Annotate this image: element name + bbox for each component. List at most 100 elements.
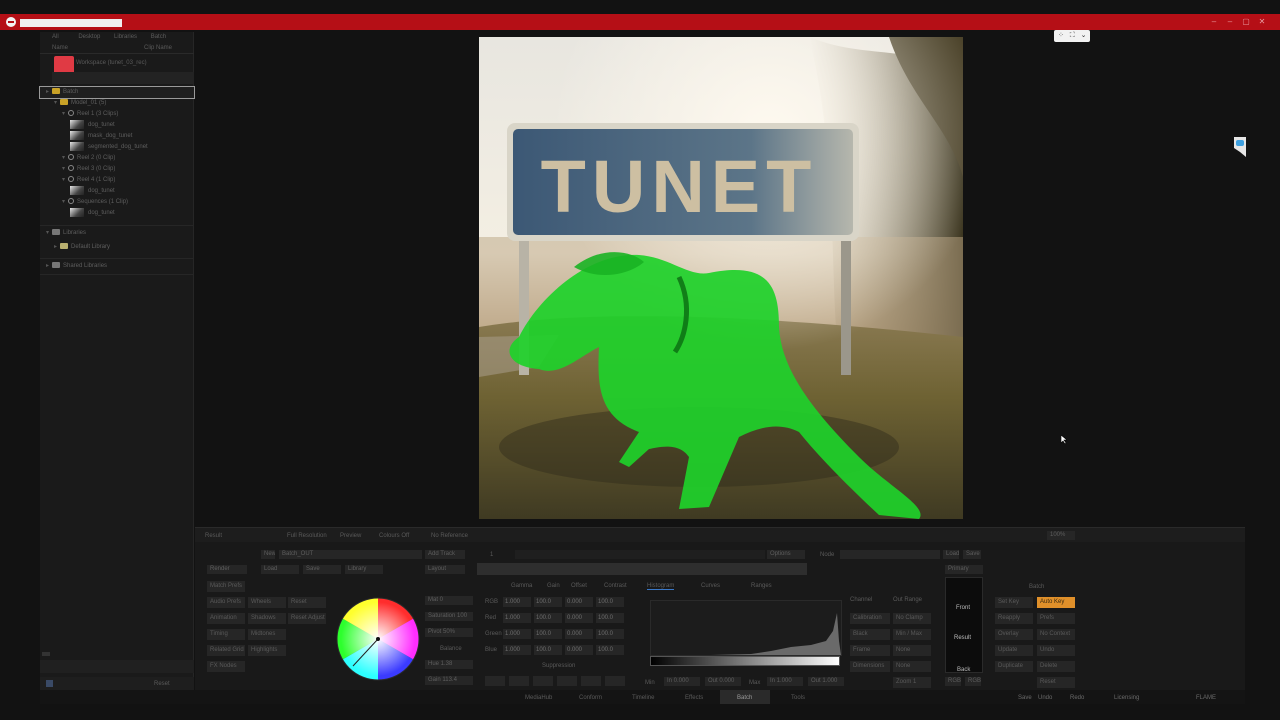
pivot-field[interactable]: Pivot 50% [425, 628, 473, 637]
tab-gain[interactable]: Gain [547, 583, 560, 589]
render-button[interactable]: Render [207, 565, 247, 574]
reset-button[interactable]: Reset [154, 681, 170, 687]
cc-value-field[interactable]: 1.000 [503, 645, 531, 655]
expand-arrow-icon[interactable]: ▾ [62, 197, 68, 208]
maximize-icon[interactable]: ▢ [1240, 16, 1252, 28]
saturation-field[interactable]: Saturation 100 [425, 612, 473, 621]
tree-item[interactable]: dog_tunet [40, 120, 194, 131]
left-button-4[interactable]: Related Grid [207, 645, 245, 656]
in-max-field[interactable]: In 1.000 [767, 677, 803, 686]
scroll-handle[interactable] [42, 652, 50, 656]
viewer-tools-button[interactable]: ⁘ ⛶ ⌄ [1054, 30, 1090, 42]
clip-name-column-header[interactable]: Clip Name [144, 45, 172, 51]
tree-item[interactable]: ▾ Sequences (1 Clip) [40, 197, 194, 208]
cc-value-field[interactable]: 0.000 [565, 645, 593, 655]
tree-item[interactable]: mask_dog_tunet [40, 131, 194, 142]
action-button[interactable]: Undo [1037, 645, 1075, 656]
frame-ruler[interactable] [515, 550, 765, 559]
cc-value-field[interactable]: 100.0 [534, 629, 562, 639]
action-button[interactable]: Duplicate [995, 661, 1033, 672]
panel-settings-icon[interactable] [46, 680, 53, 687]
in-min-field[interactable]: In 0.000 [664, 677, 700, 686]
result-view-button[interactable]: Result [205, 533, 222, 539]
reference-button[interactable]: No Reference [431, 533, 468, 539]
mid-button-3[interactable]: Highlights [248, 645, 286, 656]
redo-button[interactable]: Redo [1070, 695, 1084, 701]
licensing-button[interactable]: Licensing [1114, 695, 1139, 701]
cc-value-field[interactable]: 100.0 [534, 613, 562, 623]
section-tab-batch[interactable]: Batch [737, 695, 752, 701]
range-item-2[interactable]: Min / Max [893, 629, 931, 640]
action-button[interactable]: Update [995, 645, 1033, 656]
frame-field[interactable]: 1 [490, 552, 493, 558]
expand-arrow-icon[interactable]: ▾ [62, 175, 68, 186]
node-field[interactable] [840, 550, 940, 559]
mat-field[interactable]: Mat 0 [425, 596, 473, 605]
cc-value-field[interactable]: 1.000 [503, 597, 531, 607]
expand-arrow-icon[interactable]: ▾ [62, 109, 68, 120]
out-min-field[interactable]: Out 0.000 [705, 677, 741, 686]
tree-item[interactable]: ▾ Reel 4 (1 Clip) [40, 175, 194, 186]
load-button[interactable]: Load [261, 565, 299, 574]
library-button[interactable]: Library [345, 565, 383, 574]
action-button[interactable]: Set Key [995, 597, 1033, 608]
cc-value-field[interactable]: 1.000 [503, 629, 531, 639]
rgb-button[interactable]: RGB [945, 677, 961, 686]
workspace-label[interactable]: Workspace (tunet_03_rec) [76, 60, 147, 66]
suppression-row[interactable] [485, 676, 625, 687]
tree-item[interactable]: ▸ Batch [39, 86, 195, 99]
save-status-button[interactable]: Save [1018, 695, 1032, 701]
cc-value-field[interactable]: 100.0 [596, 597, 624, 607]
tab-batch[interactable]: Batch [151, 34, 166, 40]
tab-all[interactable]: All [52, 34, 59, 40]
tab-histogram[interactable]: Histogram [647, 583, 675, 590]
node-name-field[interactable]: Batch_OUT [279, 550, 422, 559]
tree-item[interactable]: ▾ Reel 1 (3 Clips) [40, 109, 194, 120]
close-icon[interactable]: ✕ [1256, 16, 1268, 28]
range-item-5[interactable]: Zoom 1 [893, 677, 931, 688]
mid-button-1[interactable]: Shadows [248, 613, 286, 624]
timeline-bar[interactable] [477, 563, 807, 575]
channel-item-1[interactable]: Calibration [850, 613, 890, 624]
cc-value-field[interactable]: 100.0 [534, 645, 562, 655]
out-max-field[interactable]: Out 1.000 [808, 677, 844, 686]
cc-value-field[interactable]: 0.000 [565, 613, 593, 623]
add-track-button[interactable]: Add Track [425, 550, 465, 559]
media-search-input[interactable] [40, 660, 194, 673]
mono-button[interactable]: RGB [965, 677, 981, 686]
cc-value-field[interactable]: 100.0 [596, 629, 624, 639]
tab-desktop[interactable]: Desktop [78, 34, 100, 40]
load-setup-button[interactable]: Load [943, 550, 959, 559]
default-library-row[interactable]: ▸ Default Library [54, 242, 192, 253]
section-tab-conform[interactable]: Conform [579, 695, 602, 701]
panel-collapse-icon[interactable] [1234, 137, 1246, 157]
mid-button-5[interactable]: Reset Adjust [288, 613, 326, 624]
action-button[interactable]: Auto Key [1037, 597, 1075, 608]
expand-arrow-icon[interactable]: ▾ [62, 164, 68, 175]
name-column-header[interactable]: Name [52, 45, 68, 51]
mid-button-0[interactable]: Wheels [248, 597, 286, 608]
cc-value-field[interactable]: 100.0 [534, 597, 562, 607]
save-button[interactable]: Save [303, 565, 341, 574]
primary-dropdown[interactable]: Primary [945, 565, 983, 574]
tree-item[interactable]: ▾ Reel 3 (0 Clip) [40, 164, 194, 175]
action-button[interactable]: Overlay [995, 629, 1033, 640]
zoom-field[interactable]: 100% [1047, 531, 1075, 540]
new-button[interactable]: New [261, 550, 275, 559]
options-dropdown[interactable]: Options [767, 550, 805, 559]
section-tab-tools[interactable]: Tools [791, 695, 805, 701]
resolution-button[interactable]: Full Resolution [287, 533, 327, 539]
gain-field[interactable]: Gain 113.4 [425, 676, 473, 685]
layout-button[interactable]: Layout [425, 565, 465, 574]
left-button-3[interactable]: Timing [207, 629, 245, 640]
left-button-0[interactable]: Match Prefs [207, 581, 245, 592]
left-button-5[interactable]: FX Nodes [207, 661, 245, 672]
tree-item[interactable]: dog_tunet [40, 208, 194, 219]
tree-item[interactable]: ▾ Model_01 (5) [40, 98, 194, 109]
histogram-display[interactable] [650, 600, 842, 656]
channel-item-4[interactable]: Dimensions [850, 661, 890, 672]
action-button[interactable]: Delete [1037, 661, 1075, 672]
hue-field[interactable]: Hue 1.38 [425, 660, 473, 669]
tab-offset[interactable]: Offset [571, 583, 587, 589]
tab-ranges[interactable]: Ranges [751, 583, 772, 589]
